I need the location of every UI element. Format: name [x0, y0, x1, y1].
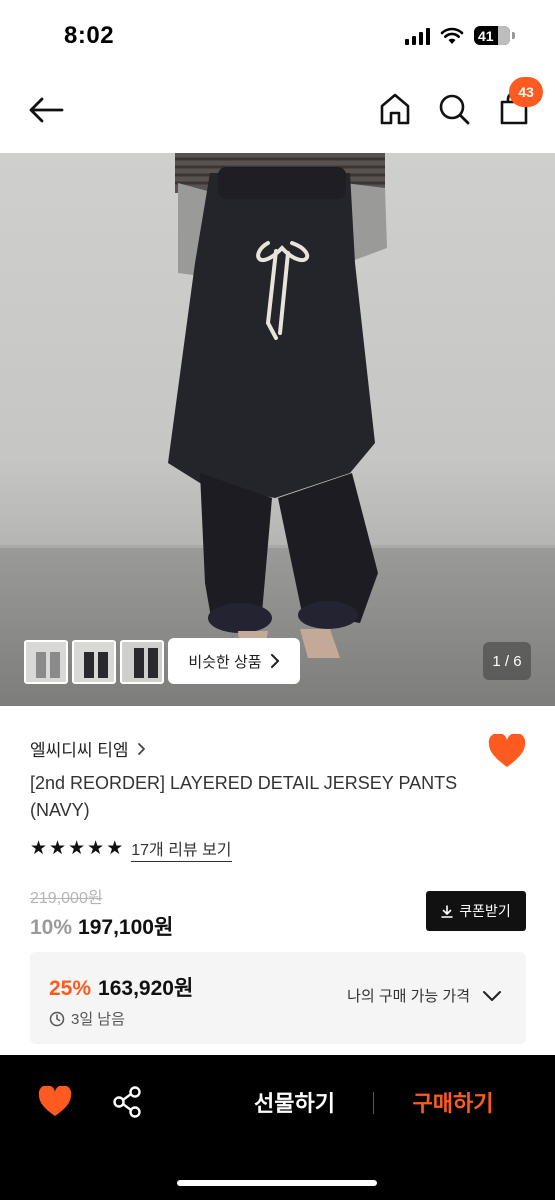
home-icon[interactable]: [377, 91, 413, 127]
time-left-label: 3일 남음: [71, 1011, 125, 1028]
home-indicator[interactable]: [177, 1180, 377, 1186]
brand-name: 엘씨디씨 티엠: [30, 741, 129, 760]
gift-button[interactable]: 선물하기: [232, 1086, 357, 1118]
rating-stars: ★ ★ ★ ★ ★: [30, 839, 123, 859]
wishlist-heart-icon[interactable]: [488, 734, 526, 770]
best-price-row: 25% 163,920원: [49, 972, 193, 1002]
product-photo-illustration: [168, 153, 387, 658]
star-icon: ★: [87, 838, 105, 859]
best-price: 163,920원: [98, 977, 194, 1000]
status-time: 8:02: [64, 22, 115, 49]
bottom-bar-divider: [373, 1092, 374, 1114]
product-title: [2nd REORDER] LAYERED DETAIL JERSEY PANT…: [30, 773, 458, 820]
star-icon: ★: [68, 838, 86, 859]
thumbnail-strip: [24, 640, 164, 684]
similar-products-button[interactable]: 비슷한 상품: [168, 638, 300, 684]
battery-level: 41: [478, 27, 494, 44]
brand-link[interactable]: 엘씨디씨 티엠: [30, 736, 146, 761]
coupon-label: 쿠폰받기: [459, 903, 511, 919]
chevron-right-icon: [270, 654, 279, 668]
clock-icon: [49, 1011, 65, 1026]
thumbnail-2[interactable]: [72, 640, 116, 684]
my-price-label: 나의 구매 가능 가격: [347, 988, 470, 1005]
star-icon: ★: [106, 838, 124, 859]
image-page-indicator: 1 / 6: [483, 642, 531, 680]
thumbnail-3[interactable]: [120, 640, 164, 684]
top-nav: [0, 75, 555, 145]
cart-count-badge: 43: [509, 77, 543, 107]
similar-products-label: 비슷한 상품: [188, 653, 262, 671]
chevron-down-icon: [483, 990, 501, 1001]
buy-button[interactable]: 구매하기: [394, 1086, 512, 1118]
battery-cap: [512, 32, 515, 39]
thumbnail-1[interactable]: [24, 640, 68, 684]
share-icon[interactable]: [112, 1086, 142, 1118]
heart-icon[interactable]: [38, 1086, 72, 1118]
bottom-action-bar: 선물하기 구매하기: [0, 1055, 555, 1200]
chevron-right-icon: [137, 742, 145, 755]
cellular-signal-icon: [405, 27, 430, 45]
best-price-box: 25% 163,920원 3일 남음 나의 구매 가능 가격: [30, 952, 526, 1044]
star-icon: ★: [30, 838, 48, 859]
my-price-toggle[interactable]: 나의 구매 가능 가격: [347, 985, 502, 1006]
wifi-icon: [440, 27, 464, 44]
price-row: 10% 197,100원: [30, 911, 173, 941]
sale-price: 197,100원: [78, 916, 174, 939]
coupon-button[interactable]: 쿠폰받기: [426, 891, 526, 931]
product-image[interactable]: [0, 153, 555, 706]
best-discount-rate: 25%: [49, 977, 92, 1000]
review-link[interactable]: 17개 리뷰 보기: [131, 836, 232, 862]
download-icon: [441, 904, 454, 918]
time-left: 3일 남음: [49, 1008, 125, 1029]
search-icon[interactable]: [436, 91, 472, 127]
rating-row: ★ ★ ★ ★ ★ 17개 리뷰 보기: [30, 836, 232, 862]
back-arrow-icon[interactable]: [26, 92, 66, 128]
original-price: 219,000원: [30, 890, 103, 907]
status-bar: 8:02 41: [0, 0, 555, 70]
status-icons: 41: [405, 26, 515, 45]
star-icon: ★: [49, 838, 67, 859]
discount-rate: 10%: [30, 916, 73, 939]
battery-indicator: 41: [474, 26, 510, 45]
